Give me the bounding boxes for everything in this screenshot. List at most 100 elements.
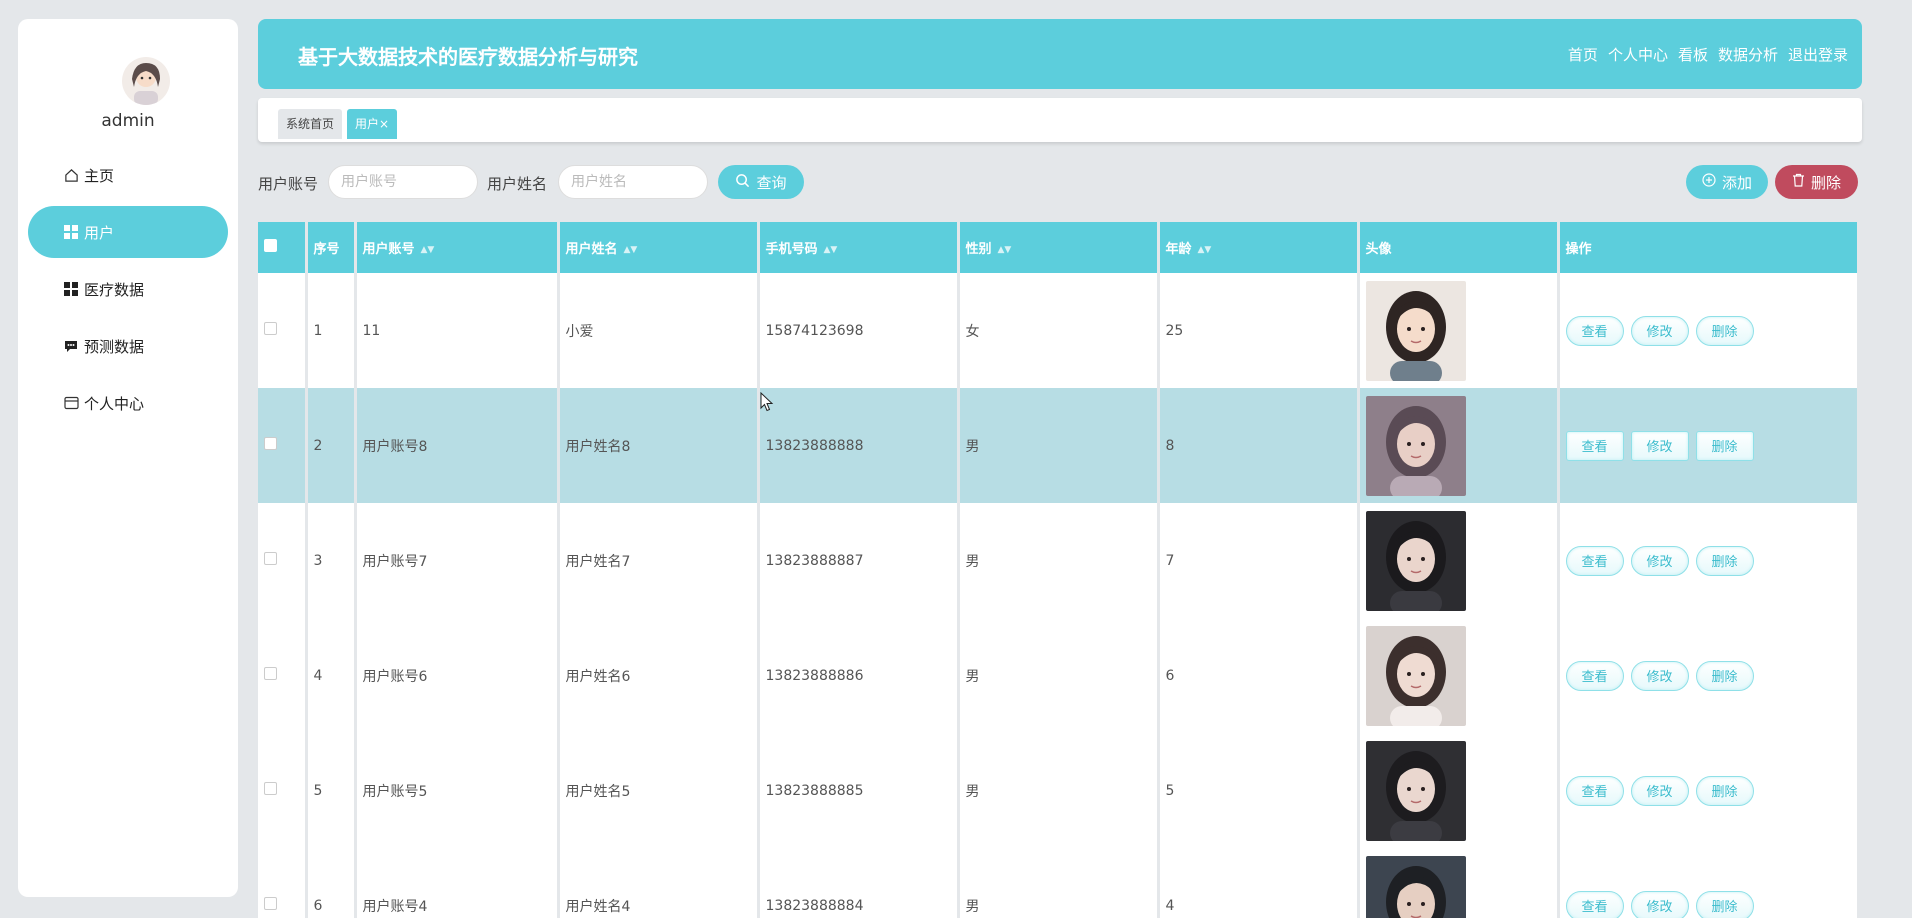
sidebar-item-home[interactable]: 主页: [28, 149, 228, 201]
user-avatar[interactable]: [1365, 740, 1466, 841]
tab-home[interactable]: 系统首页: [278, 109, 343, 139]
edit-button[interactable]: 修改: [1630, 315, 1689, 346]
name-search-input[interactable]: [558, 165, 708, 199]
delete-button[interactable]: 删除: [1695, 660, 1754, 691]
sidebar-nav: 主页 用户 医疗数据 预测数据 个人中心: [28, 149, 228, 434]
chat-icon: [62, 337, 80, 355]
table-row[interactable]: 2 用户账号8 用户姓名8 13823888888 男 8 查看 修改 删除: [258, 388, 1858, 503]
bulk-delete-button[interactable]: 删除: [1775, 165, 1858, 199]
header-link-board[interactable]: 看板: [1678, 44, 1708, 65]
table-header-row: 序号 用户账号 ▲▼ 用户姓名 ▲▼ 手机号码 ▲▼ 性别 ▲▼ 年龄 ▲▼ 头像 操作: [258, 222, 1858, 273]
column-header-label: 手机号码: [765, 242, 818, 257]
row-checkbox[interactable]: [264, 782, 277, 795]
view-button[interactable]: 查看: [1565, 890, 1624, 918]
column-header-phone[interactable]: 手机号码 ▲▼: [758, 222, 960, 273]
view-button[interactable]: 查看: [1565, 315, 1624, 346]
table-row[interactable]: 3 用户账号7 用户姓名7 13823888887 男 7 查看 修改 删除: [258, 503, 1858, 618]
sort-icon[interactable]: ▲▼: [998, 245, 1012, 255]
row-select-cell[interactable]: [258, 618, 308, 733]
delete-button[interactable]: 删除: [1695, 890, 1754, 918]
tab-close-icon[interactable]: ×: [379, 117, 389, 131]
avatar-cell: [1358, 618, 1560, 733]
sidebar-item-prediction-data[interactable]: 预测数据: [28, 320, 228, 372]
name-cell: 小爱: [558, 273, 760, 388]
account-cell: 用户账号7: [355, 503, 560, 618]
row-number: 3: [306, 503, 357, 618]
row-checkbox[interactable]: [264, 322, 277, 335]
add-button[interactable]: 添加: [1686, 165, 1768, 199]
row-checkbox[interactable]: [264, 437, 277, 450]
row-checkbox[interactable]: [264, 552, 277, 565]
edit-button[interactable]: 修改: [1630, 545, 1689, 576]
avatar-cell: [1358, 848, 1560, 918]
select-all-checkbox[interactable]: [264, 239, 277, 252]
user-avatar[interactable]: [1365, 280, 1466, 381]
sort-icon[interactable]: ▲▼: [1198, 245, 1212, 255]
select-all-cell[interactable]: [258, 222, 308, 273]
account-search-input[interactable]: [328, 165, 478, 199]
view-button[interactable]: 查看: [1565, 545, 1624, 576]
sort-icon[interactable]: ▲▼: [421, 245, 435, 255]
actions-cell: 查看 修改 删除: [1558, 733, 1858, 848]
account-filter-label: 用户账号: [258, 175, 319, 193]
avatar[interactable]: [122, 57, 170, 105]
row-checkbox[interactable]: [264, 667, 277, 680]
column-header-name[interactable]: 用户姓名 ▲▼: [558, 222, 760, 273]
header-link-profile[interactable]: 个人中心: [1608, 44, 1668, 65]
delete-button[interactable]: 删除: [1695, 315, 1754, 346]
row-select-cell[interactable]: [258, 503, 308, 618]
tab-users[interactable]: 用户×: [347, 109, 398, 139]
user-avatar[interactable]: [1365, 625, 1466, 726]
header-link-home[interactable]: 首页: [1568, 44, 1598, 65]
users-table: 序号 用户账号 ▲▼ 用户姓名 ▲▼ 手机号码 ▲▼ 性别 ▲▼ 年龄 ▲▼ 头像 操作 …: [258, 222, 1858, 918]
edit-button[interactable]: 修改: [1630, 890, 1689, 918]
age-cell: 5: [1158, 733, 1360, 848]
sidebar-item-medical-data[interactable]: 医疗数据: [28, 263, 228, 315]
row-select-cell[interactable]: [258, 388, 308, 503]
header: 基于大数据技术的医疗数据分析与研究 首页 个人中心 看板 数据分析 退出登录: [258, 19, 1862, 89]
user-avatar[interactable]: [1365, 395, 1466, 496]
search-button[interactable]: 查询: [718, 165, 804, 199]
account-cell: 用户账号5: [355, 733, 560, 848]
view-button[interactable]: 查看: [1565, 660, 1624, 691]
delete-button[interactable]: 删除: [1695, 775, 1754, 806]
row-checkbox[interactable]: [264, 897, 277, 910]
table-row[interactable]: 6 用户账号4 用户姓名4 13823888884 男 4 查看 修改 删除: [258, 848, 1858, 918]
sidebar-item-label: 主页: [84, 166, 115, 185]
sidebar-item-label: 医疗数据: [84, 280, 145, 299]
edit-button[interactable]: 修改: [1630, 660, 1689, 691]
header-link-analysis[interactable]: 数据分析: [1718, 44, 1778, 65]
sidebar-item-label: 用户: [84, 223, 115, 242]
view-button[interactable]: 查看: [1565, 775, 1624, 806]
tab-users-label: 用户: [355, 117, 380, 131]
sort-icon[interactable]: ▲▼: [824, 245, 838, 255]
sort-icon[interactable]: ▲▼: [624, 245, 638, 255]
header-link-logout[interactable]: 退出登录: [1788, 44, 1848, 65]
plus-circle-icon: [1702, 173, 1716, 191]
sidebar-item-label: 预测数据: [84, 337, 145, 356]
table-row[interactable]: 1 11 小爱 15874123698 女 25 查看 修改 删除: [258, 273, 1858, 388]
app-title: 基于大数据技术的医疗数据分析与研究: [298, 45, 638, 69]
column-header-account[interactable]: 用户账号 ▲▼: [355, 222, 560, 273]
user-avatar[interactable]: [1365, 855, 1466, 918]
search-icon: [735, 173, 750, 192]
edit-button[interactable]: 修改: [1630, 775, 1689, 806]
tab-bar: 系统首页 用户×: [258, 98, 1862, 142]
user-avatar[interactable]: [1365, 510, 1466, 611]
column-header-gender[interactable]: 性别 ▲▼: [958, 222, 1160, 273]
column-header-age[interactable]: 年龄 ▲▼: [1158, 222, 1360, 273]
sidebar-item-users[interactable]: 用户: [28, 206, 228, 258]
edit-button[interactable]: 修改: [1630, 430, 1689, 461]
delete-button[interactable]: 删除: [1695, 430, 1754, 461]
table-row[interactable]: 5 用户账号5 用户姓名5 13823888885 男 5 查看 修改 删除: [258, 733, 1858, 848]
column-header-label: 用户账号: [362, 242, 415, 257]
search-button-label: 查询: [756, 173, 787, 192]
table-row[interactable]: 4 用户账号6 用户姓名6 13823888886 男 6 查看 修改 删除: [258, 618, 1858, 733]
row-select-cell[interactable]: [258, 733, 308, 848]
row-select-cell[interactable]: [258, 273, 308, 388]
view-button[interactable]: 查看: [1565, 430, 1624, 461]
delete-button[interactable]: 删除: [1695, 545, 1754, 576]
row-select-cell[interactable]: [258, 848, 308, 918]
sidebar-item-profile[interactable]: 个人中心: [28, 377, 228, 429]
row-number: 2: [306, 388, 357, 503]
